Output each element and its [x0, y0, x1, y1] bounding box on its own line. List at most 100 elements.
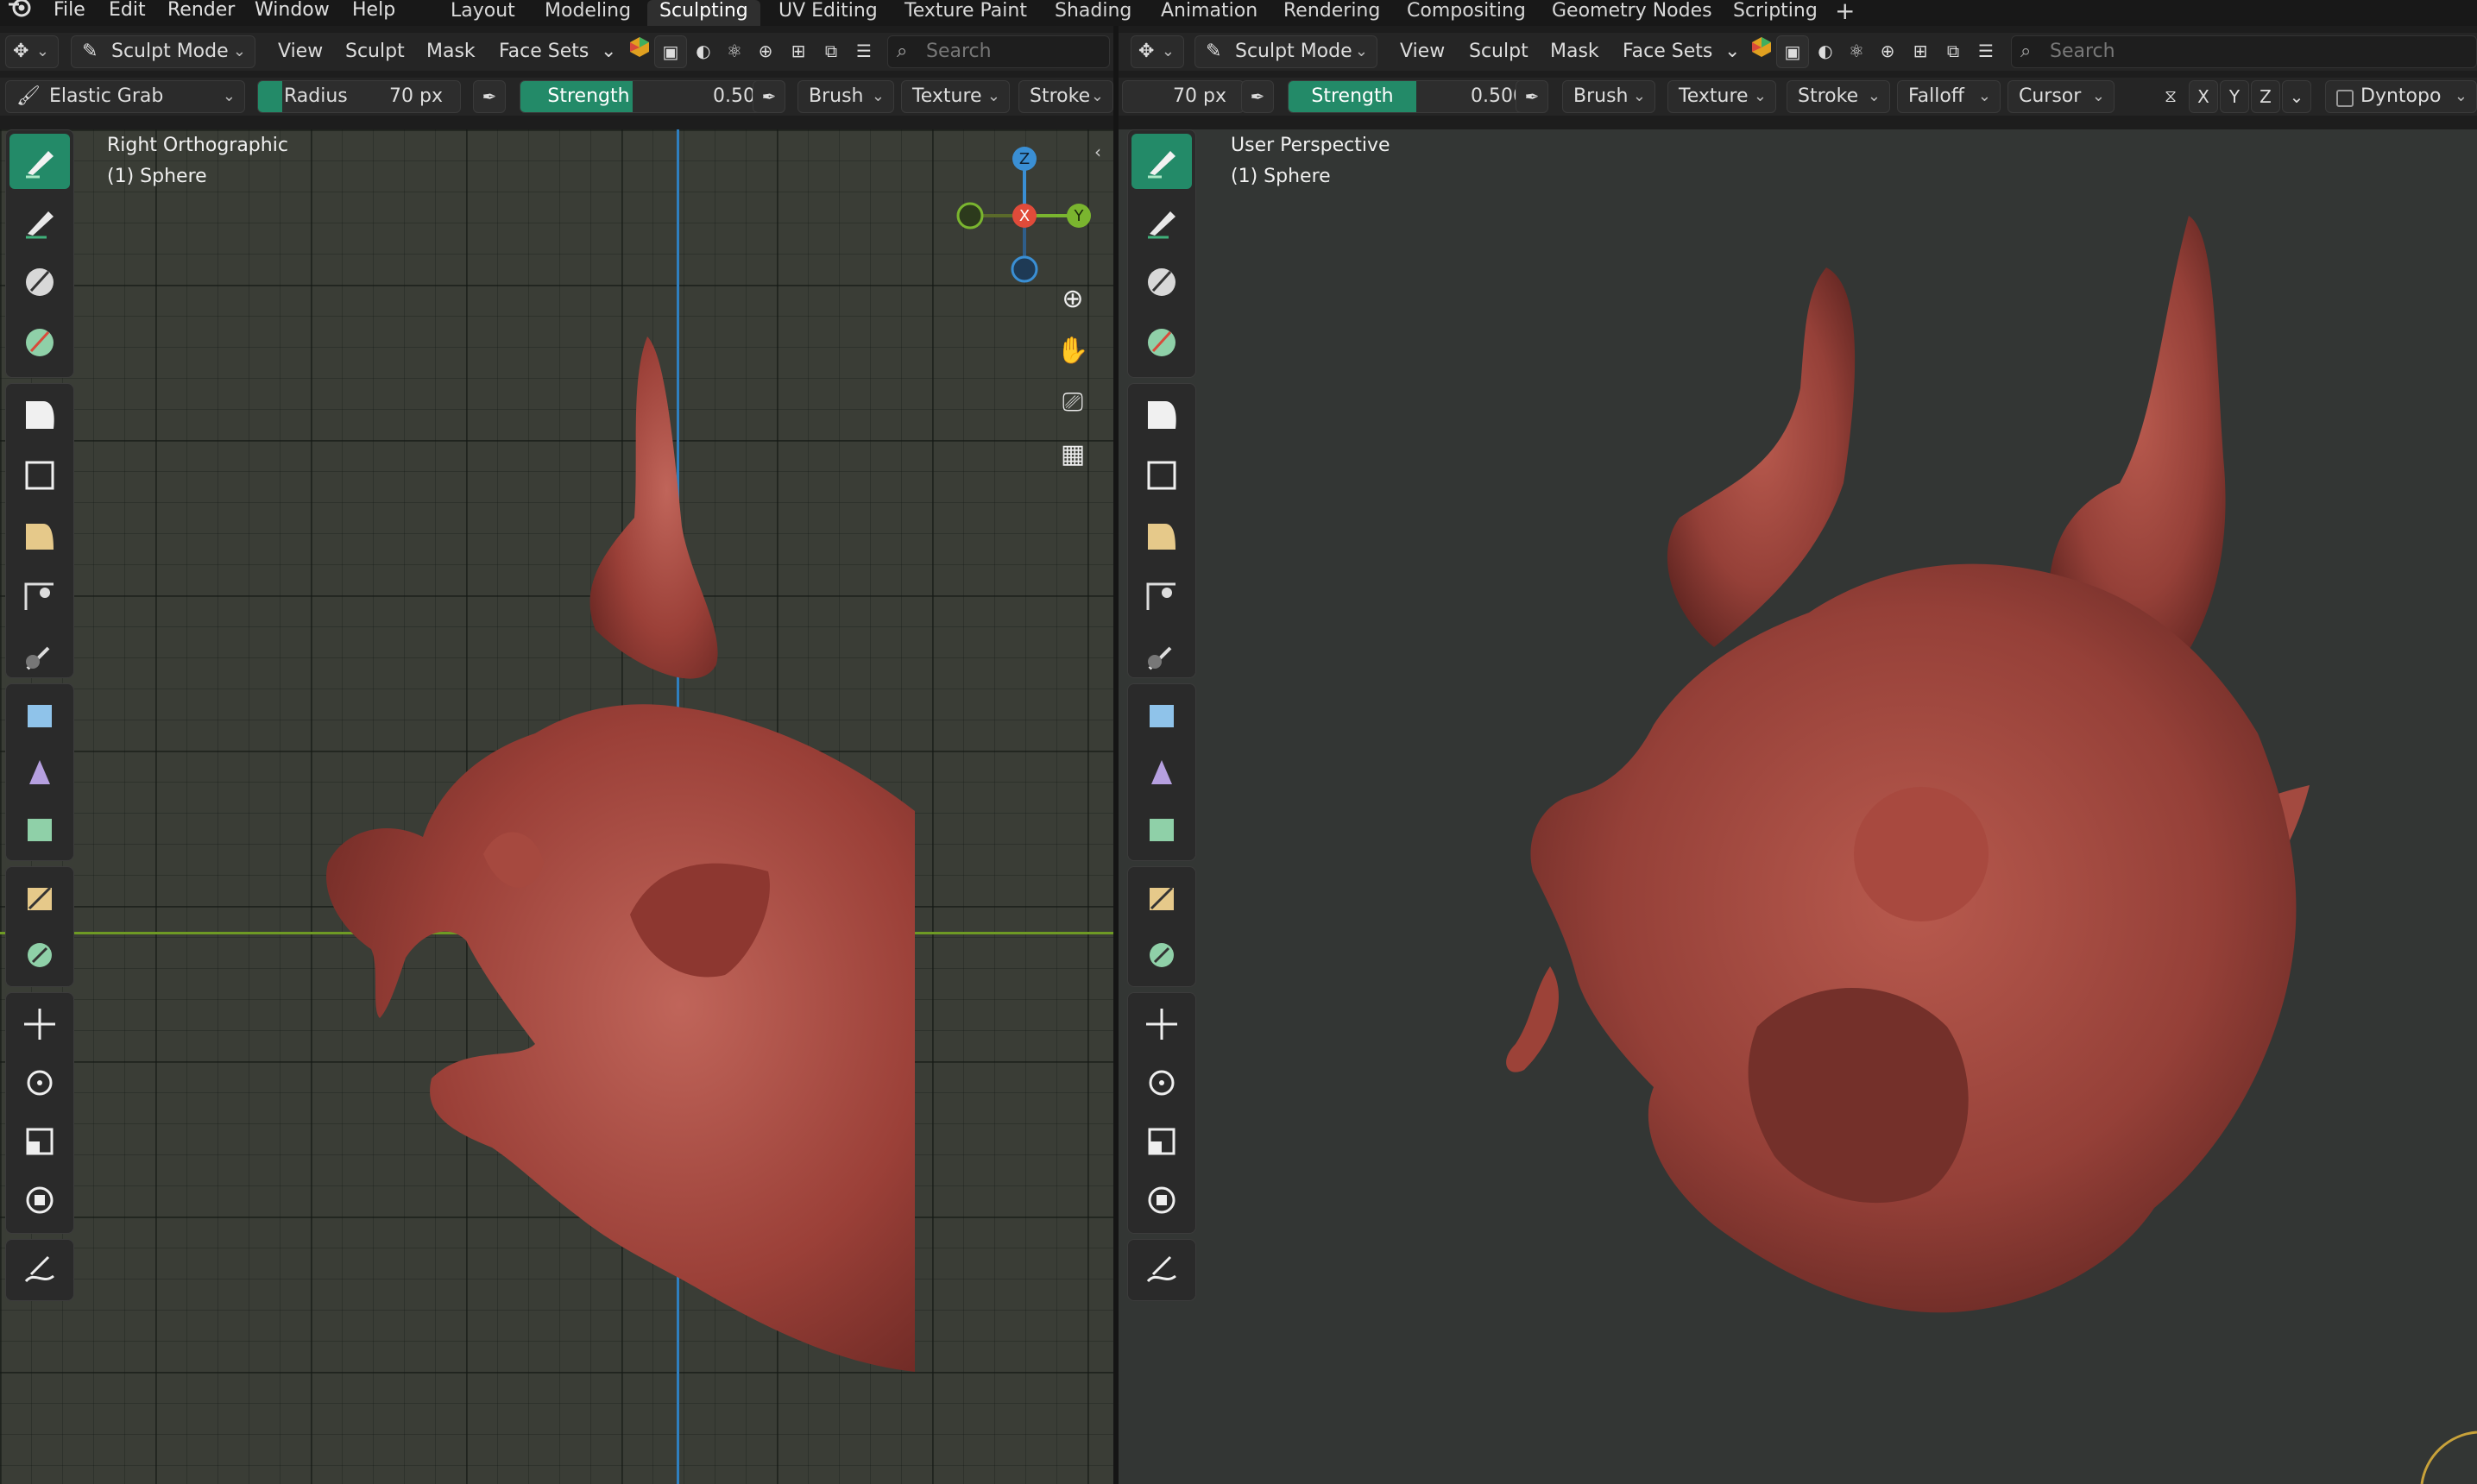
left-menu-mask[interactable]: Mask	[426, 35, 476, 68]
tab-sculpting[interactable]: Sculpting	[647, 0, 760, 26]
left-brush-dropdown[interactable]: Brush ⌄	[797, 80, 894, 113]
sculpt-mesh-side[interactable]	[319, 302, 923, 1380]
mask-brush-icon[interactable]	[9, 871, 70, 926]
inflate-brush-icon[interactable]	[1131, 387, 1192, 443]
menu-render[interactable]: Render	[167, 0, 235, 23]
tab-uv-editing[interactable]: UV Editing	[778, 0, 878, 26]
left-texture-dropdown[interactable]: Texture ⌄	[901, 80, 1010, 113]
gizmo-toggle-icon[interactable]: ☰	[848, 35, 880, 68]
tab-texture-paint[interactable]: Texture Paint	[904, 0, 1027, 26]
draw-sharp-brush-icon[interactable]	[1131, 194, 1192, 249]
tab-animation[interactable]: Animation	[1161, 0, 1257, 26]
menu-file[interactable]: File	[54, 0, 85, 23]
clay-strips-brush-icon[interactable]	[9, 315, 70, 370]
left-editor-type-dropdown[interactable]: ✥ ⌄	[5, 35, 59, 68]
snake-hook-brush-icon[interactable]	[1131, 745, 1192, 800]
right-menu-sculpt[interactable]: Sculpt	[1469, 35, 1528, 68]
solid-shading-icon[interactable]: ▣	[1776, 35, 1809, 68]
strength-field[interactable]: Strength 0.500	[520, 80, 785, 113]
menu-help[interactable]: Help	[352, 0, 395, 23]
chevron-down-icon[interactable]: ⌄	[1724, 35, 1740, 68]
right-viewport[interactable]: User Perspective (1) Sphere	[1119, 129, 2477, 1484]
shading-mode-icon[interactable]	[623, 35, 656, 68]
pan-hand-icon[interactable]: ✋	[1051, 330, 1094, 373]
right-menu-view[interactable]: View	[1400, 35, 1445, 68]
render-shading-icon[interactable]: ⊕	[749, 35, 782, 68]
right-menu-face-sets[interactable]: Face Sets	[1623, 35, 1712, 68]
clay-brush-icon[interactable]	[9, 255, 70, 310]
left-mode-dropdown[interactable]: ✎ Sculpt Mode ⌄	[71, 35, 255, 68]
camera-view-icon[interactable]: ⎚	[1051, 381, 1094, 424]
crease-brush-icon[interactable]	[1131, 508, 1192, 563]
thumb-brush-icon[interactable]	[1131, 802, 1192, 857]
dyntopo-checkbox[interactable]	[2336, 90, 2354, 107]
right-texture-dropdown[interactable]: Texture ⌄	[1667, 80, 1776, 113]
draw-sharp-brush-icon[interactable]	[9, 194, 70, 249]
transform-icon[interactable]	[9, 1173, 70, 1228]
tab-rendering[interactable]: Rendering	[1283, 0, 1380, 26]
right-strength-field[interactable]: Strength 0.500	[1288, 80, 1543, 113]
gizmo-toggle-icon[interactable]: ☰	[1970, 35, 2002, 68]
right-mode-dropdown[interactable]: ✎ Sculpt Mode ⌄	[1194, 35, 1377, 68]
blender-logo-icon[interactable]	[7, 0, 33, 23]
left-search-input[interactable]: ⌕ Search	[887, 35, 1110, 68]
right-radius-field[interactable]: 70 px	[1122, 80, 1245, 113]
rotate-icon[interactable]	[1131, 1055, 1192, 1110]
matcap-shading-icon[interactable]: ◐	[687, 35, 720, 68]
draw-face-sets-icon[interactable]	[9, 928, 70, 983]
ortho-grid-icon[interactable]: ▦	[1051, 433, 1094, 476]
crease-brush-icon[interactable]	[9, 508, 70, 563]
inflate-brush-icon[interactable]	[9, 387, 70, 443]
right-search-input[interactable]: ⌕ Search	[2011, 35, 2477, 68]
dyntopo-toggle[interactable]: Dyntopo ⌄	[2325, 80, 2477, 113]
tab-modeling[interactable]: Modeling	[545, 0, 631, 26]
material-shading-icon[interactable]: ⚛	[1840, 35, 1873, 68]
radius-field[interactable]: Radius 70 px	[257, 80, 461, 113]
left-menu-sculpt[interactable]: Sculpt	[345, 35, 405, 68]
strength-pressure-icon[interactable]: ✒	[753, 80, 785, 113]
tab-geometry-nodes[interactable]: Geometry Nodes	[1552, 0, 1712, 26]
sidebar-toggle-icon[interactable]: ‹	[1094, 141, 1101, 162]
left-stroke-dropdown[interactable]: Stroke ⌄	[1018, 80, 1113, 113]
blob-brush-icon[interactable]	[1131, 448, 1192, 503]
snake-hook-brush-icon[interactable]	[9, 745, 70, 800]
zoom-icon[interactable]: ⊕	[1051, 278, 1094, 321]
draw-brush-icon[interactable]	[9, 134, 70, 189]
symmetry-icon[interactable]: ⧖	[2154, 80, 2187, 113]
rotate-icon[interactable]	[9, 1055, 70, 1110]
grab-brush-icon[interactable]	[9, 688, 70, 743]
move-icon[interactable]	[9, 997, 70, 1052]
flatten-brush-icon[interactable]	[1131, 629, 1192, 684]
radius-pressure-icon[interactable]: ✒	[473, 80, 506, 113]
right-cursor-dropdown[interactable]: Cursor ⌄	[2007, 80, 2115, 113]
radius-pressure-icon[interactable]: ✒	[1241, 80, 1274, 113]
draw-face-sets-icon[interactable]	[1131, 928, 1192, 983]
menu-edit[interactable]: Edit	[109, 0, 146, 23]
scale-icon[interactable]	[9, 1114, 70, 1169]
strength-pressure-icon[interactable]: ✒	[1516, 80, 1548, 113]
move-icon[interactable]	[1131, 997, 1192, 1052]
xray-icon[interactable]: ⧉	[1937, 35, 1970, 68]
material-shading-icon[interactable]: ⚛	[718, 35, 751, 68]
left-viewport[interactable]: Right Orthographic (1) Sphere Z Y X ‹ ⊕ …	[0, 129, 1113, 1484]
mirror-x-toggle[interactable]: X	[2189, 80, 2218, 113]
brush-selector[interactable]: 🖌 Elastic Grab ⌄	[5, 80, 245, 113]
mirror-y-toggle[interactable]: Y	[2220, 80, 2249, 113]
navigation-gizmo[interactable]: Z Y X	[941, 138, 1113, 293]
overlay-icon[interactable]: ⊞	[782, 35, 815, 68]
overlay-icon[interactable]: ⊞	[1904, 35, 1937, 68]
right-menu-mask[interactable]: Mask	[1550, 35, 1599, 68]
mask-brush-icon[interactable]	[1131, 871, 1192, 926]
tab-compositing[interactable]: Compositing	[1407, 0, 1526, 26]
right-editor-type-dropdown[interactable]: ✥ ⌄	[1131, 35, 1184, 68]
sculpt-mesh-perspective[interactable]	[1498, 198, 2310, 1380]
right-falloff-dropdown[interactable]: Falloff ⌄	[1897, 80, 2001, 113]
smooth-brush-icon[interactable]	[1131, 569, 1192, 624]
blob-brush-icon[interactable]	[9, 448, 70, 503]
render-shading-icon[interactable]: ⊕	[1871, 35, 1904, 68]
tab-scripting[interactable]: Scripting	[1733, 0, 1818, 26]
grab-brush-icon[interactable]	[1131, 688, 1192, 743]
tab-layout[interactable]: Layout	[451, 0, 515, 26]
clay-brush-icon[interactable]	[1131, 255, 1192, 310]
solid-shading-icon[interactable]: ▣	[654, 35, 687, 68]
